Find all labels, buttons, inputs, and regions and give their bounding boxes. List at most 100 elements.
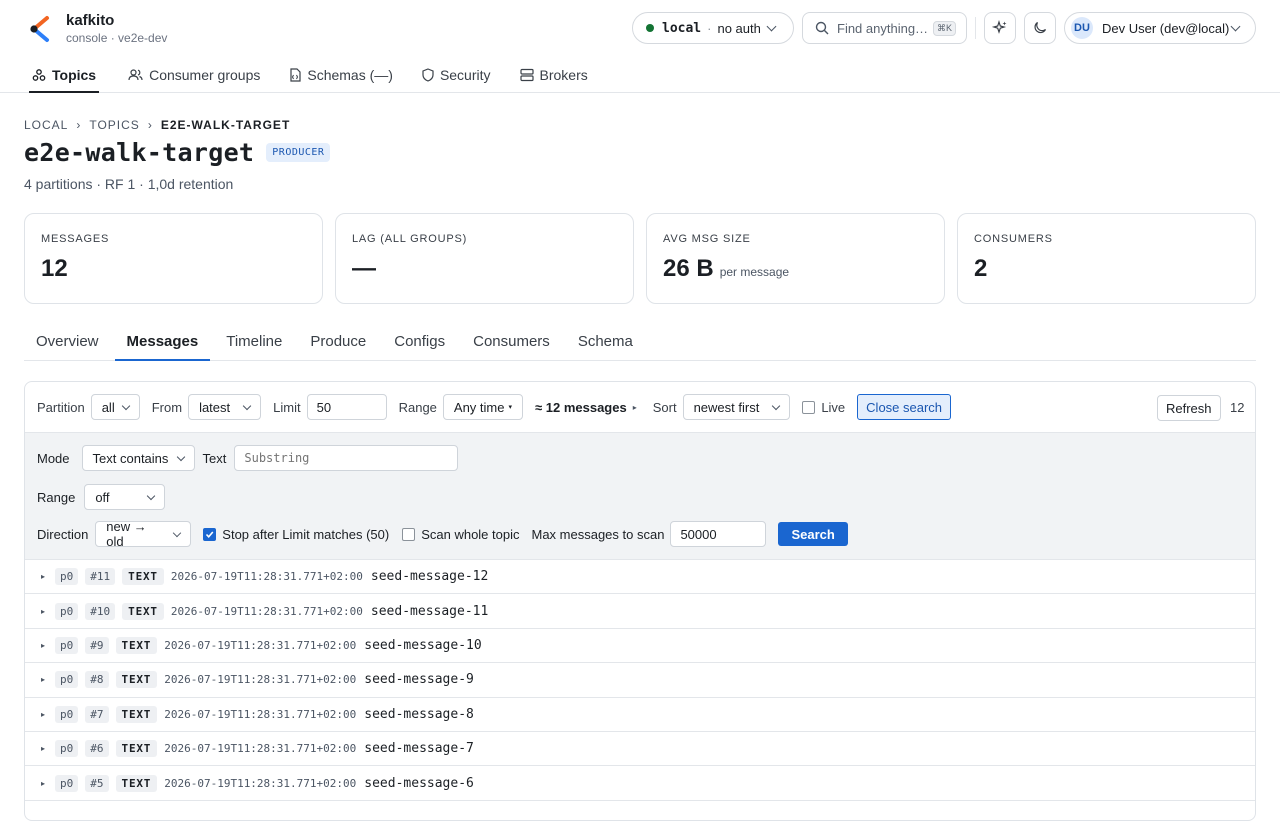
timestamp: 2026-07-19T11:28:31.771+02:00 [170, 570, 363, 584]
page-title: e2e-walk-target [24, 138, 255, 167]
nav-label: Brokers [539, 66, 588, 83]
stat-label: MESSAGES [41, 233, 110, 245]
range-label: Range [37, 489, 76, 505]
tab-schema[interactable]: Schema [566, 324, 645, 361]
from-label: From [151, 399, 183, 415]
breadcrumb: LOCAL › TOPICS › E2E-WALK-TARGET [24, 118, 298, 132]
tab-messages[interactable]: Messages [114, 324, 211, 361]
list-item[interactable]: ▸ p0 #5 TEXT 2026-07-19T11:28:31.771+02:… [25, 766, 1255, 801]
user-menu[interactable]: DU Dev User (dev@local) [1064, 12, 1256, 44]
env-auth: no auth [717, 20, 761, 36]
direction-select[interactable]: new → old [95, 519, 192, 549]
nav-topics[interactable]: Topics [29, 58, 100, 93]
avatar: DU [1071, 17, 1093, 39]
tab-produce[interactable]: Produce [298, 324, 378, 361]
partition-tag: p0 [55, 671, 79, 689]
expand-icon[interactable]: ▸ [41, 710, 45, 719]
partition-select[interactable]: all [90, 394, 140, 420]
chevron-down-icon [772, 401, 781, 410]
search-mode-row: Mode Text contains Text [37, 445, 470, 471]
partition-tag: p0 [55, 568, 79, 586]
type-tag: TEXT [115, 636, 158, 654]
expand-icon[interactable]: ▸ [41, 641, 45, 650]
global-search[interactable]: Find anything… ⌘K [802, 12, 967, 44]
expand-icon[interactable]: ▸ [41, 744, 45, 753]
stop-after-checkbox[interactable] [203, 527, 217, 541]
main-nav: Topics Consumer groups Schemas (—) Secur… [29, 58, 617, 93]
top-bar: kafkito console · ve2e-dev local · no au… [0, 0, 1280, 93]
search-form: Mode Text contains Text Range off Direct… [25, 433, 1255, 560]
nav-schemas[interactable]: Schemas (—) [289, 58, 393, 91]
nav-brokers[interactable]: Brokers [519, 58, 588, 91]
stat-value: 12 [41, 255, 68, 282]
range-select[interactable]: Any time ▾ [442, 394, 523, 420]
search-button[interactable]: Search [778, 522, 848, 546]
breadcrumb-separator: › [76, 118, 82, 132]
offset-tag: #10 [85, 602, 116, 620]
expand-estimate-icon[interactable]: ▸ [633, 403, 637, 412]
timestamp: 2026-07-19T11:28:31.771+02:00 [164, 673, 357, 687]
nav-security[interactable]: Security [422, 58, 491, 91]
refresh-button[interactable]: Refresh [1157, 395, 1221, 421]
payload: seed-message-7 [364, 741, 474, 757]
divider [975, 17, 976, 39]
mode-select[interactable]: Text contains [81, 445, 195, 471]
tab-timeline[interactable]: Timeline [214, 324, 294, 361]
brand[interactable]: kafkito console · ve2e-dev [28, 12, 167, 46]
expand-icon[interactable]: ▸ [41, 572, 45, 581]
app-subtitle: console · ve2e-dev [66, 31, 168, 45]
breadcrumb-current: E2E-WALK-TARGET [160, 118, 291, 132]
user-name: Dev User (dev@local) [1102, 20, 1230, 36]
tab-consumers[interactable]: Consumers [461, 324, 562, 361]
nav-label: Consumer groups [149, 66, 261, 83]
search-range-select[interactable]: off [84, 484, 166, 510]
list-item[interactable]: ▸ p0 #6 TEXT 2026-07-19T11:28:31.771+02:… [25, 732, 1255, 767]
environment-selector[interactable]: local · no auth [632, 12, 794, 44]
timestamp: 2026-07-19T11:28:31.771+02:00 [164, 707, 357, 721]
partition-tag: p0 [55, 602, 79, 620]
expand-icon[interactable]: ▸ [41, 779, 45, 788]
timestamp: 2026-07-19T11:28:31.771+02:00 [164, 776, 357, 790]
users-icon [128, 68, 143, 80]
text-input[interactable] [234, 445, 459, 471]
topic-tabs: Overview Messages Timeline Produce Confi… [24, 324, 1256, 361]
breadcrumb-local[interactable]: LOCAL [24, 118, 68, 132]
type-tag: TEXT [115, 705, 158, 723]
nav-consumer-groups[interactable]: Consumer groups [128, 58, 260, 91]
search-range-row: Range off [37, 484, 177, 510]
ai-assistant-button[interactable] [984, 12, 1016, 44]
stat-value: 26 Bper message [663, 255, 790, 282]
scan-whole-checkbox[interactable] [402, 527, 416, 541]
payload: seed-message-8 [364, 706, 474, 722]
max-scan-input[interactable]: 50000 [670, 521, 767, 547]
tab-configs[interactable]: Configs [382, 324, 457, 361]
file-icon [290, 67, 301, 82]
chevron-down-icon [1230, 21, 1241, 32]
nav-label: Topics [52, 66, 97, 83]
from-select[interactable]: latest [188, 394, 262, 420]
stat-value: — [352, 255, 376, 282]
mode-label: Mode [37, 450, 70, 466]
live-checkbox[interactable] [802, 400, 816, 414]
list-item[interactable]: ▸ p0 #9 TEXT 2026-07-19T11:28:31.771+02:… [25, 629, 1255, 664]
theme-toggle-button[interactable] [1024, 12, 1056, 44]
close-search-button[interactable]: Close search [857, 394, 952, 420]
expand-icon[interactable]: ▸ [41, 607, 45, 616]
tab-overview[interactable]: Overview [24, 324, 111, 361]
expand-icon[interactable]: ▸ [41, 675, 45, 684]
type-tag: TEXT [115, 671, 158, 689]
sort-select[interactable]: newest first [682, 394, 791, 420]
partition-label: Partition [37, 399, 85, 415]
list-item[interactable]: ▸ p0 #10 TEXT 2026-07-19T11:28:31.771+02… [25, 594, 1255, 629]
limit-input[interactable]: 50 [306, 394, 387, 420]
env-name: local [662, 20, 702, 36]
chevron-down-icon [147, 491, 156, 500]
chevron-down-icon [242, 401, 252, 410]
partition-tag: p0 [55, 705, 79, 723]
list-item[interactable]: ▸ p0 #11 TEXT 2026-07-19T11:28:31.771+02… [25, 560, 1255, 595]
list-item[interactable]: ▸ p0 #8 TEXT 2026-07-19T11:28:31.771+02:… [25, 663, 1255, 698]
partition-tag: p0 [55, 774, 79, 792]
timestamp: 2026-07-19T11:28:31.771+02:00 [170, 604, 363, 618]
list-item[interactable]: ▸ p0 #7 TEXT 2026-07-19T11:28:31.771+02:… [25, 698, 1255, 732]
breadcrumb-topics[interactable]: TOPICS [89, 118, 139, 132]
